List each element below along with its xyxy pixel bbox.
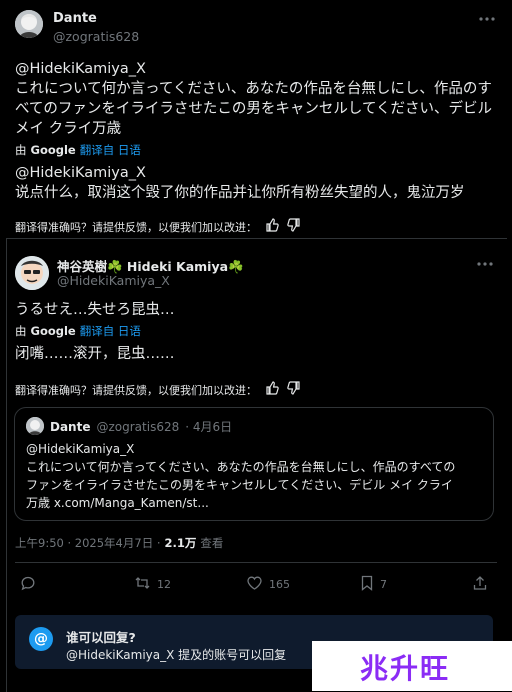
google-label: Google: [30, 324, 76, 338]
share-button[interactable]: [472, 575, 488, 594]
thumbs-up-icon[interactable]: [265, 218, 279, 235]
heart-icon: [246, 575, 263, 594]
more-icon[interactable]: [478, 12, 496, 26]
view-count: 2.1万: [164, 536, 197, 550]
translated-from-link[interactable]: 翻译自 日语: [80, 323, 141, 339]
tweet-meta: 上午9:50 · 2025年4月7日 · 2.1万 查看: [15, 535, 223, 551]
translated-text: @HidekiKamiya_X 说点什么，取消这个毁了你的作品并让你所有粉丝失望…: [15, 163, 505, 203]
retweet-icon: [134, 575, 151, 594]
author-handle[interactable]: @zogratis628: [53, 29, 139, 44]
feedback-label: 翻译得准确吗？请提供反馈，以便我们加以改进：: [15, 383, 257, 397]
by-label: 由: [15, 143, 27, 157]
mention-line: @HidekiKamiya_X: [26, 442, 135, 456]
mention-line[interactable]: @HidekiKamiya_X: [15, 163, 505, 183]
share-icon: [472, 575, 488, 594]
translation-source: 由 Google 翻译自 日语: [15, 142, 141, 158]
retweet-count: 12: [157, 578, 171, 591]
bookmark-count: 7: [380, 578, 387, 591]
tweet-text: うるせえ…失せろ昆虫…: [15, 302, 175, 318]
tweet-text: @HidekiKamiya_X これについて何か言ってください、あなたの作品を台…: [15, 59, 505, 139]
view-label: 查看: [200, 536, 224, 550]
google-label: Google: [30, 143, 76, 157]
like-button[interactable]: 165: [246, 575, 290, 594]
mention-line[interactable]: @HidekiKamiya_X: [15, 59, 505, 79]
author-handle[interactable]: @HidekiKamiya_X: [57, 273, 170, 288]
reply-button[interactable]: [20, 575, 36, 594]
divider: [15, 562, 497, 563]
at-icon: @: [29, 627, 53, 651]
quoted-text: @HidekiKamiya_X これについて何か言ってください、あなたの作品を台…: [26, 440, 488, 512]
avatar-kamiya[interactable]: [15, 256, 49, 290]
who-can-reply-desc: @HidekiKamiya_X 提及的账号可以回复: [66, 648, 287, 662]
retweet-button[interactable]: 12: [134, 575, 171, 594]
translation-source: 由 Google 翻译自 日语: [15, 323, 141, 339]
text-line: べてのファンをイライラさせたこの男をキャンセルしてください、デビル: [15, 101, 493, 117]
watermark-text: 兆升旺: [360, 652, 451, 685]
quoted-date: · 4月6日: [185, 420, 233, 434]
more-icon[interactable]: [476, 257, 494, 271]
like-count: 165: [269, 578, 290, 591]
avatar-dante[interactable]: [15, 10, 43, 38]
thumbs-down-icon[interactable]: [287, 218, 301, 235]
text-line: これについて何か言ってください、あなたの作品を台無しにし、作品のす: [15, 81, 492, 97]
feedback-row: 翻译得准确吗？请提供反馈，以便我们加以改进：: [15, 218, 301, 235]
by-label: 由: [15, 324, 27, 338]
text-line: メイ クライ万歳: [15, 121, 122, 137]
quoted-header: Dante @zogratis628 · 4月6日: [50, 418, 232, 435]
thumbs-down-icon[interactable]: [287, 381, 301, 398]
text-line: これについて何か言ってください、あなたの作品を台無しにし、作品のすべての: [26, 460, 456, 474]
thumbs-up-icon[interactable]: [265, 381, 279, 398]
author-name[interactable]: Dante: [53, 11, 97, 26]
avatar-dante-small: [26, 417, 44, 435]
feedback-label: 翻译得准确吗？请提供反馈，以便我们加以改进：: [15, 220, 257, 234]
bookmark-icon: [360, 575, 374, 594]
timestamp[interactable]: 上午9:50 · 2025年4月7日 ·: [15, 535, 161, 551]
translated-text: 闭嘴……滚开，昆虫……: [15, 346, 175, 362]
text-line: ファンをイライラさせたこの男をキャンセルしてください、デビル メイ クライ: [26, 478, 453, 492]
text-line: 说点什么，取消这个毁了你的作品并让你所有粉丝失望的人，鬼泣万岁: [15, 185, 465, 201]
translated-from-link[interactable]: 翻译自 日语: [80, 142, 141, 158]
reply-icon: [20, 575, 36, 594]
who-can-reply-title: 谁可以回复?: [66, 630, 136, 645]
quoted-author-handle: @zogratis628: [96, 419, 180, 434]
quoted-author-name: Dante: [50, 419, 91, 434]
feedback-row: 翻译得准确吗？请提供反馈，以便我们加以改进：: [15, 381, 301, 398]
bookmark-button[interactable]: 7: [360, 575, 387, 594]
text-line: 万歳 x.com/Manga_Kamen/st...: [26, 496, 209, 510]
